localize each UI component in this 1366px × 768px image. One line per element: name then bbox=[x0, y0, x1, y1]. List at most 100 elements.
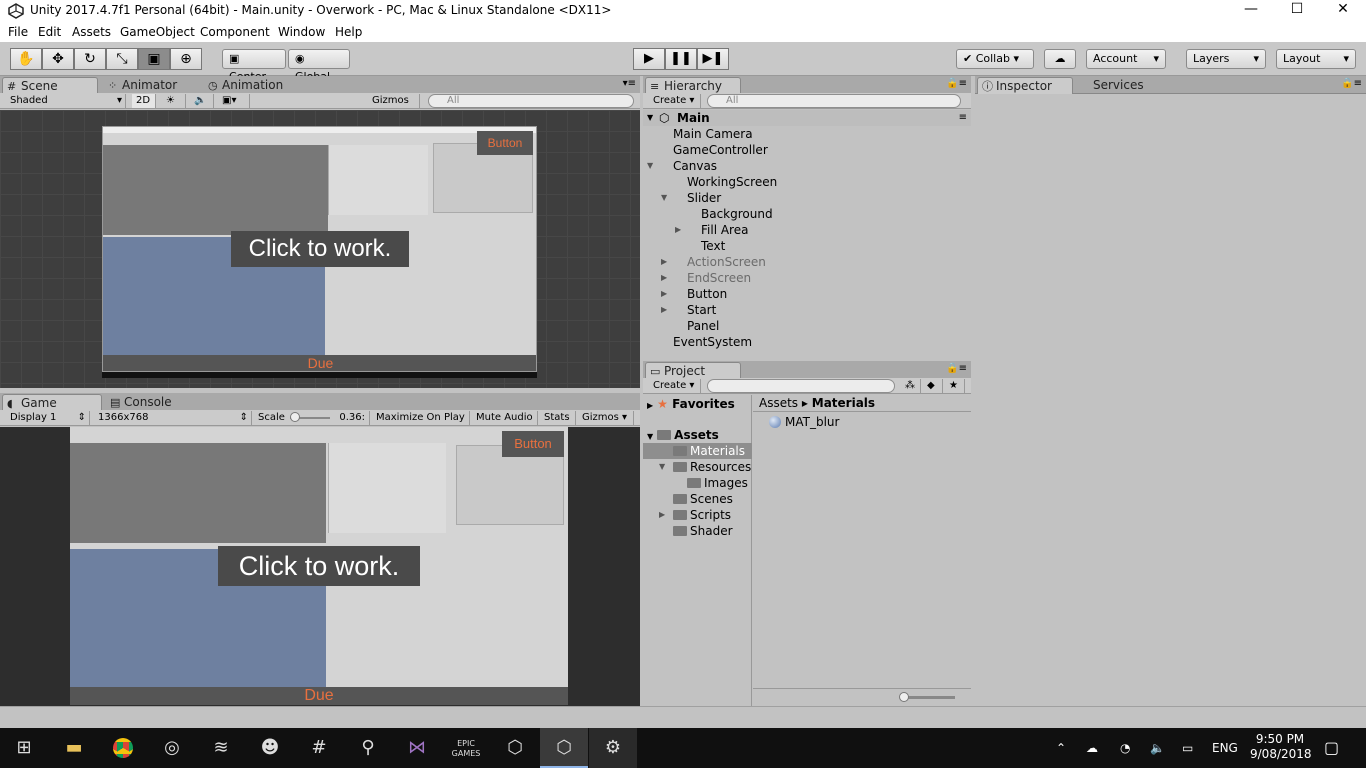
menu-edit[interactable]: Edit bbox=[38, 25, 61, 39]
resolution-dropdown[interactable]: 1366x768 ⇕ bbox=[94, 411, 252, 425]
spotify-icon[interactable]: ≋ bbox=[197, 728, 245, 768]
scene-gizmos-dropdown[interactable]: Gizmos ▾ bbox=[368, 94, 420, 119]
minimize-button[interactable]: — bbox=[1228, 0, 1274, 22]
menu-file[interactable]: File bbox=[8, 25, 28, 39]
file-explorer-icon[interactable]: ▬ bbox=[50, 728, 98, 768]
rect-tool-icon[interactable]: ▣ bbox=[138, 48, 170, 70]
tab-project[interactable]: ▭ Project bbox=[645, 362, 741, 379]
hierarchy-item[interactable]: Main Camera bbox=[643, 126, 971, 142]
scale-tool-icon[interactable]: ⤡ bbox=[106, 48, 138, 70]
scale-slider-thumb[interactable] bbox=[290, 412, 300, 422]
battery-icon[interactable]: ▭ bbox=[1182, 728, 1193, 768]
display-dropdown[interactable]: Display 1 ⇕ bbox=[6, 411, 90, 425]
tab-services[interactable]: Services bbox=[1075, 77, 1165, 94]
hierarchy-item[interactable]: ▼ Canvas bbox=[643, 158, 971, 174]
hierarchy-item[interactable]: EventSystem bbox=[643, 334, 971, 350]
favorite-star-icon[interactable]: ★ bbox=[945, 379, 965, 393]
assets-row[interactable]: ▼ Assets bbox=[643, 427, 719, 443]
epic-games-icon[interactable]: EPIC GAMES bbox=[442, 728, 490, 768]
tab-game[interactable]: ◖ Game bbox=[2, 394, 102, 411]
chrome-icon[interactable] bbox=[99, 728, 147, 768]
hierarchy-item[interactable]: ▶ EndScreen bbox=[643, 270, 971, 286]
lighting-toggle-icon[interactable]: ☀ bbox=[162, 94, 186, 108]
notifications-icon[interactable]: ▢ bbox=[1324, 728, 1339, 768]
filter-type-icon[interactable]: ⁂ bbox=[901, 379, 921, 393]
wifi-icon[interactable]: ◔ bbox=[1120, 728, 1130, 768]
asset-file-row[interactable]: MAT_blur bbox=[769, 414, 839, 430]
scale-slider[interactable]: Scale 0.36: bbox=[254, 411, 370, 425]
game-viewport[interactable]: Button Click to work. Due bbox=[0, 427, 640, 706]
scene-search-input[interactable]: All bbox=[428, 94, 634, 108]
account-dropdown[interactable]: Account ▾ bbox=[1086, 49, 1166, 69]
layers-dropdown[interactable]: Layers ▾ bbox=[1186, 49, 1266, 69]
hand-tool-icon[interactable]: ✋ bbox=[10, 48, 42, 70]
unity-editor-icon[interactable]: ⬡ bbox=[540, 728, 588, 768]
lock-icon[interactable]: 🔒≡ bbox=[946, 363, 967, 374]
project-folder-item[interactable]: Materials bbox=[643, 443, 752, 459]
language-indicator[interactable]: ENG bbox=[1212, 728, 1238, 768]
step-button[interactable]: ▶❚ bbox=[697, 48, 729, 70]
expand-arrow-icon[interactable]: ▼ bbox=[661, 190, 667, 206]
hierarchy-item[interactable]: ▶ Button bbox=[643, 286, 971, 302]
project-folder-item[interactable]: ▶ Scripts bbox=[643, 507, 752, 523]
hierarchy-item[interactable]: GameController bbox=[643, 142, 971, 158]
icon-size-slider-thumb[interactable] bbox=[899, 692, 909, 702]
lock-icon[interactable]: 🔒≡ bbox=[946, 78, 967, 89]
collapse-arrow-icon[interactable]: ▶ bbox=[661, 270, 667, 286]
collapse-arrow-icon[interactable]: ▶ bbox=[659, 507, 665, 523]
lock-icon[interactable]: 🔒≡ bbox=[1341, 78, 1362, 89]
maps-icon[interactable]: ⚲ bbox=[344, 728, 392, 768]
chevron-up-icon[interactable]: ⌃ bbox=[1056, 728, 1066, 768]
transform-tool-icon[interactable]: ⊕ bbox=[170, 48, 202, 70]
hierarchy-search-input[interactable]: All bbox=[707, 94, 961, 108]
pause-button[interactable]: ❚❚ bbox=[665, 48, 697, 70]
scene-root-row[interactable]: ▼ ⬡ Main ≡ bbox=[643, 110, 971, 126]
breadcrumb-materials[interactable]: Materials bbox=[812, 396, 875, 410]
maximize-on-play-toggle[interactable]: Maximize On Play bbox=[372, 411, 470, 425]
hierarchy-item[interactable]: ▶ Fill Area bbox=[643, 222, 971, 238]
tab-scene[interactable]: # Scene bbox=[2, 77, 98, 94]
tab-animation[interactable]: ◷ Animation bbox=[204, 77, 304, 94]
hierarchy-item[interactable]: ▼ Slider bbox=[643, 190, 971, 206]
tab-animator[interactable]: ⁘ Animator bbox=[104, 77, 200, 94]
game-gizmos-dropdown[interactable]: Gizmos ▾ bbox=[578, 411, 634, 425]
tab-inspector[interactable]: ⓘ Inspector bbox=[977, 77, 1073, 94]
maximize-button[interactable]: ☐ bbox=[1274, 0, 1320, 22]
discord-icon[interactable]: ☻ bbox=[246, 728, 294, 768]
collapse-arrow-icon[interactable]: ▶ bbox=[661, 302, 667, 318]
menu-assets[interactable]: Assets bbox=[72, 25, 111, 39]
rotate-tool-icon[interactable]: ↻ bbox=[74, 48, 106, 70]
unity-hub-icon[interactable]: ⬡ bbox=[491, 728, 539, 768]
scene-options-icon[interactable]: ≡ bbox=[959, 110, 967, 126]
menu-window[interactable]: Window bbox=[278, 25, 325, 39]
space-global-button[interactable]: ◉ Global bbox=[288, 49, 350, 83]
audio-toggle-icon[interactable]: 🔈 bbox=[190, 94, 214, 108]
project-search-input[interactable] bbox=[707, 379, 895, 393]
tab-console[interactable]: ▤ Console bbox=[106, 394, 206, 411]
collab-button[interactable]: ✔ Collab ▾ bbox=[956, 49, 1034, 69]
project-folder-item[interactable]: Scenes bbox=[643, 491, 752, 507]
menu-help[interactable]: Help bbox=[335, 25, 362, 39]
shading-dropdown[interactable]: Shaded ▾ bbox=[6, 94, 126, 108]
slack-icon[interactable]: # bbox=[295, 728, 343, 768]
collapse-arrow-icon[interactable]: ▶ bbox=[661, 254, 667, 270]
visual-studio-icon[interactable]: ⋈ bbox=[393, 728, 441, 768]
tab-hierarchy[interactable]: ≡ Hierarchy bbox=[645, 77, 741, 94]
cloud-upload-icon[interactable]: ☁ bbox=[1086, 728, 1098, 768]
menu-gameobject[interactable]: GameObject bbox=[120, 25, 195, 39]
favorites-row[interactable]: ▶ ★ Favorites bbox=[643, 396, 735, 412]
expand-arrow-icon[interactable]: ▼ bbox=[647, 158, 653, 174]
circle-app-icon[interactable]: ◎ bbox=[148, 728, 196, 768]
scene-viewport[interactable]: Button Click to work. Due bbox=[0, 110, 640, 388]
windows-start-icon[interactable]: ⊞ bbox=[0, 728, 48, 768]
project-folder-item[interactable]: Images bbox=[643, 475, 752, 491]
close-button[interactable]: ✕ bbox=[1320, 0, 1366, 22]
move-tool-icon[interactable]: ✥ bbox=[42, 48, 74, 70]
project-create-dropdown[interactable]: Create ▾ bbox=[649, 379, 701, 393]
project-folder-item[interactable]: ▼ Resources bbox=[643, 459, 752, 475]
volume-icon[interactable]: 🔈 bbox=[1150, 728, 1165, 768]
panel-menu-icon[interactable]: ▾≡ bbox=[623, 78, 636, 89]
effects-dropdown-icon[interactable]: ▣▾ bbox=[218, 94, 250, 108]
hierarchy-item[interactable]: Panel bbox=[643, 318, 971, 334]
mute-audio-toggle[interactable]: Mute Audio bbox=[472, 411, 538, 425]
